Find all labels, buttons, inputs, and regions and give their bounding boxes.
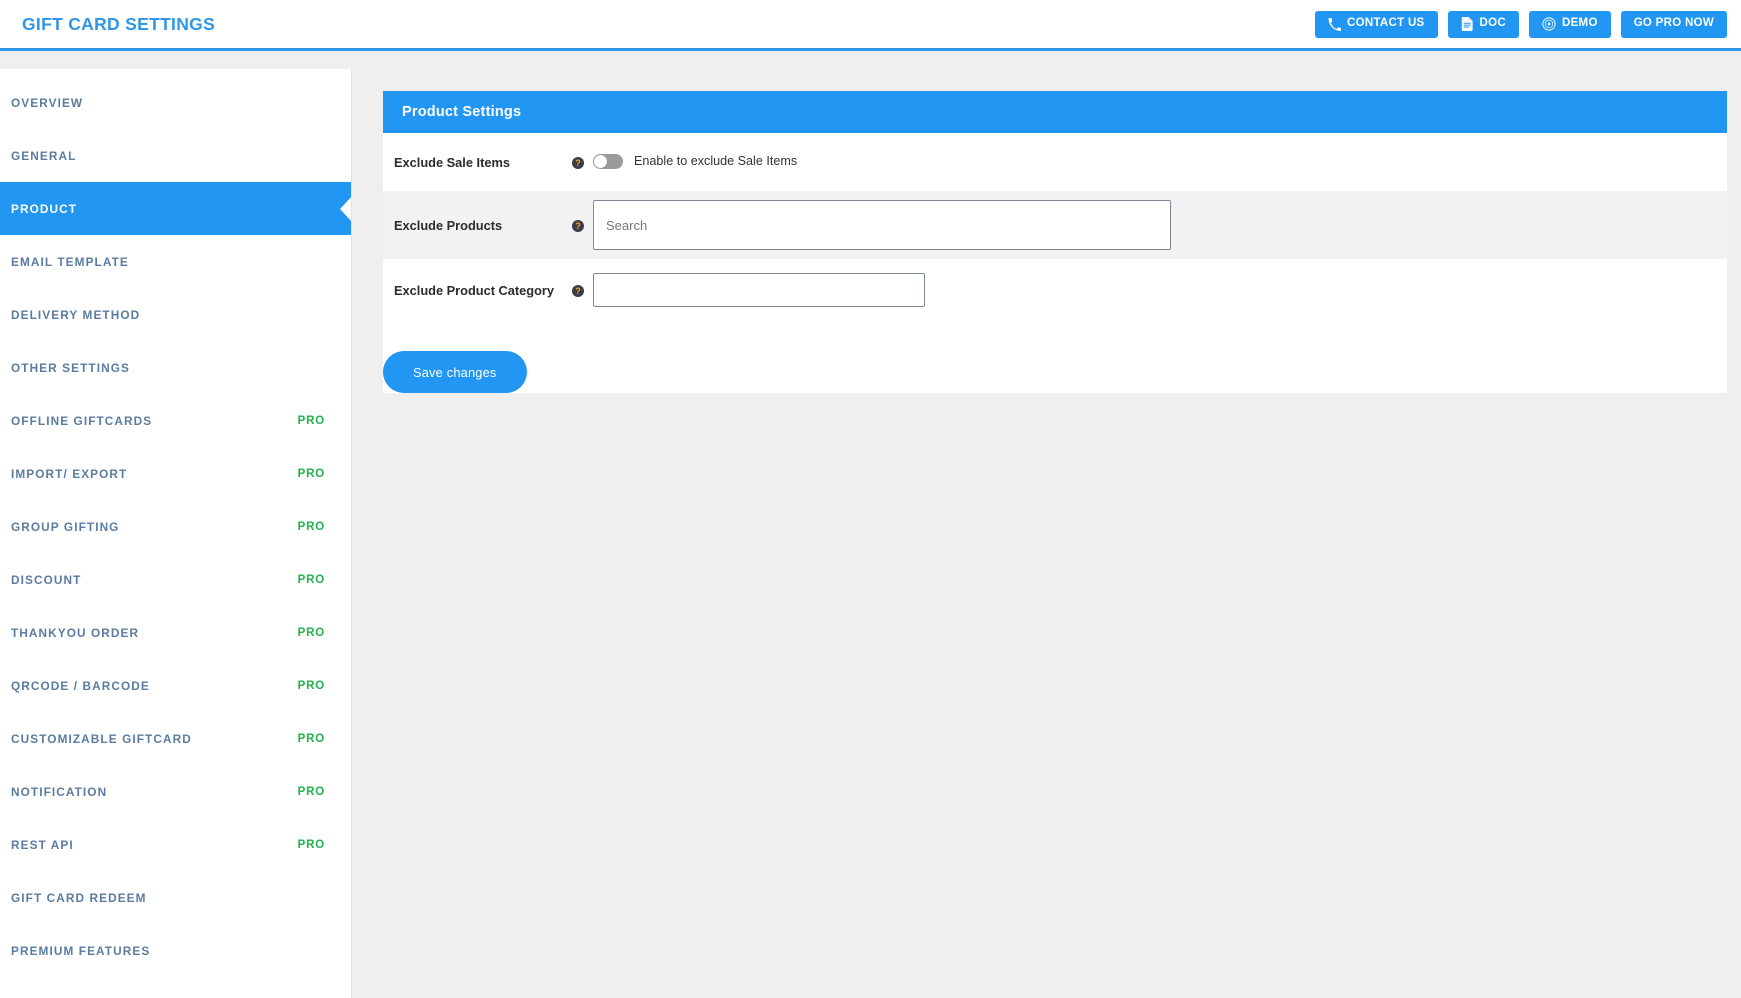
- sidebar-item-offline-giftcards[interactable]: OFFLINE GIFTCARDS PRO: [0, 394, 351, 447]
- sidebar-item-notification[interactable]: NOTIFICATION PRO: [0, 765, 351, 818]
- sidebar-item-label: IMPORT/ EXPORT: [11, 466, 128, 481]
- pro-badge: PRO: [297, 732, 325, 745]
- demo-label: DEMO: [1561, 17, 1598, 30]
- sidebar-item-discount[interactable]: DISCOUNT PRO: [0, 553, 351, 606]
- exclude-product-category-help: ?: [572, 283, 593, 297]
- pro-badge: PRO: [297, 626, 325, 639]
- sidebar-item-email-template[interactable]: EMAIL TEMPLATE: [0, 235, 351, 288]
- sidebar-item-label: NOTIFICATION: [11, 784, 108, 799]
- toggle-knob: [594, 154, 607, 168]
- main-content: Product Settings Exclude Sale Items ? En…: [352, 69, 1741, 393]
- phone-icon: [1328, 17, 1341, 31]
- sidebar-item-label: GIFT CARD REDEEM: [11, 890, 147, 905]
- go-pro-now-button[interactable]: GO PRO NOW: [1620, 10, 1727, 38]
- sidebar-item-gift-card-redeem[interactable]: GIFT CARD REDEEM: [0, 871, 351, 924]
- sidebar-item-label: DISCOUNT: [11, 572, 82, 587]
- sidebar-item-overview[interactable]: OVERVIEW: [0, 76, 351, 129]
- sidebar-item-label: QRCODE / BARCODE: [11, 678, 150, 693]
- sidebar-item-label: OTHER SETTINGS: [11, 360, 130, 375]
- panel-header: Product Settings: [383, 91, 1727, 133]
- sidebar-item-label: REST API: [11, 837, 74, 852]
- exclude-products-help: ?: [572, 218, 593, 232]
- exclude-sale-items-field: Enable to exclude Sale Items: [593, 153, 1727, 169]
- sidebar-item-label: GENERAL: [11, 148, 77, 163]
- exclude-product-category-label: Exclude Product Category: [394, 282, 554, 298]
- sidebar-item-other-settings[interactable]: OTHER SETTINGS: [0, 341, 351, 394]
- sidebar-item-import-export[interactable]: IMPORT/ EXPORT PRO: [0, 447, 351, 500]
- help-icon[interactable]: ?: [572, 157, 584, 169]
- save-changes-area: Save changes: [383, 321, 1727, 393]
- sidebar-item-qrcode-barcode[interactable]: QRCODE / BARCODE PRO: [0, 659, 351, 712]
- sidebar-item-label: THANKYOU ORDER: [11, 625, 140, 640]
- exclude-product-category-field: [593, 273, 1727, 307]
- sidebar-item-label: OFFLINE GIFTCARDS: [11, 413, 153, 428]
- sidebar-item-thankyou-order[interactable]: THANKYOU ORDER PRO: [0, 606, 351, 659]
- row-exclude-product-category: Exclude Product Category ?: [383, 259, 1727, 321]
- exclude-sale-items-help: ?: [572, 155, 593, 169]
- exclude-products-search-input[interactable]: [593, 200, 1171, 250]
- pro-badge: PRO: [297, 520, 325, 533]
- sidebar-item-label: OVERVIEW: [11, 95, 84, 110]
- exclude-products-label: Exclude Products: [394, 217, 503, 233]
- sidebar-item-delivery-method[interactable]: DELIVERY METHOD: [0, 288, 351, 341]
- help-icon[interactable]: ?: [572, 220, 584, 232]
- save-changes-button[interactable]: Save changes: [383, 351, 527, 393]
- exclude-product-category-input[interactable]: [593, 273, 925, 307]
- contact-us-label: CONTACT US: [1346, 17, 1425, 30]
- pro-badge: PRO: [297, 414, 325, 427]
- document-icon: [1461, 17, 1474, 31]
- sidebar-item-general[interactable]: GENERAL: [0, 129, 351, 182]
- row-exclude-sale-items: Exclude Sale Items ? Enable to exclude S…: [383, 133, 1727, 191]
- exclude-products-field: [593, 200, 1727, 250]
- panel-title: Product Settings: [402, 104, 522, 120]
- pro-badge: PRO: [297, 573, 325, 586]
- pro-badge: PRO: [297, 467, 325, 480]
- product-settings-panel: Product Settings Exclude Sale Items ? En…: [383, 91, 1727, 393]
- sidebar-item-label: CUSTOMIZABLE GIFTCARD: [11, 731, 192, 746]
- help-icon[interactable]: ?: [572, 285, 584, 297]
- demo-button[interactable]: DEMO: [1528, 10, 1611, 38]
- doc-button[interactable]: DOC: [1447, 10, 1519, 38]
- row-exclude-products: Exclude Products ?: [383, 191, 1727, 259]
- sidebar-item-label: PREMIUM FEATURES: [11, 943, 151, 958]
- play-circle-icon: [1542, 17, 1556, 31]
- sidebar-item-label: DELIVERY METHOD: [11, 307, 141, 322]
- go-pro-now-label: GO PRO NOW: [1633, 17, 1714, 30]
- exclude-sale-items-label: Exclude Sale Items: [394, 154, 510, 170]
- sidebar-item-rest-api[interactable]: REST API PRO: [0, 818, 351, 871]
- sidebar-item-label: GROUP GIFTING: [11, 519, 120, 534]
- header-actions: CONTACT US DOC DEMO GO PRO NOW: [1314, 10, 1727, 38]
- settings-sidebar: OVERVIEW GENERAL PRODUCT EMAIL TEMPLATE DELI…: [0, 69, 352, 998]
- page-title: GIFT CARD SETTINGS: [22, 13, 216, 34]
- sidebar-item-group-gifting[interactable]: GROUP GIFTING PRO: [0, 500, 351, 553]
- pro-badge: PRO: [297, 838, 325, 851]
- exclude-sale-items-toggle[interactable]: [593, 153, 623, 169]
- sidebar-item-customizable-giftcard[interactable]: CUSTOMIZABLE GIFTCARD PRO: [0, 712, 351, 765]
- sidebar-item-product[interactable]: PRODUCT: [0, 182, 351, 235]
- sidebar-item-label: EMAIL TEMPLATE: [11, 254, 129, 269]
- pro-badge: PRO: [297, 785, 325, 798]
- exclude-sale-items-hint: Enable to exclude Sale Items: [634, 154, 798, 168]
- sidebar-item-label: PRODUCT: [11, 201, 78, 216]
- pro-badge: PRO: [297, 679, 325, 692]
- header-gutter: [0, 51, 1741, 69]
- page-body: OVERVIEW GENERAL PRODUCT EMAIL TEMPLATE DELI…: [0, 69, 1741, 998]
- top-header-bar: GIFT CARD SETTINGS CONTACT US DOC DEMO G…: [0, 0, 1741, 48]
- sidebar-item-premium-features[interactable]: PREMIUM FEATURES: [0, 924, 351, 977]
- doc-label: DOC: [1479, 17, 1506, 30]
- contact-us-button[interactable]: CONTACT US: [1314, 10, 1438, 38]
